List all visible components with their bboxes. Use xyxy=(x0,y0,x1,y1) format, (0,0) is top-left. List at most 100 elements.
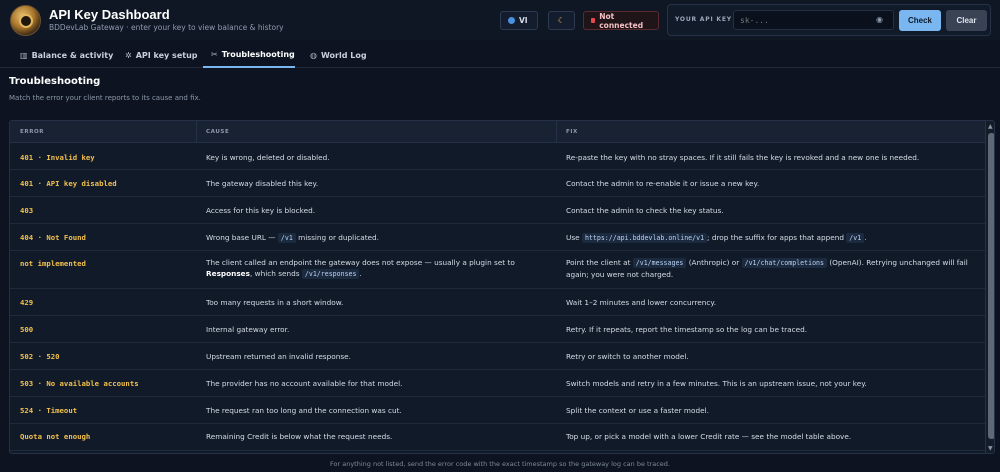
cause-text: The gateway disabled this key. xyxy=(206,179,319,188)
inline-code: /v1 xyxy=(277,233,296,243)
tab-api-key-setup[interactable]: ✲ API key setup xyxy=(117,42,205,68)
fix-text: Use https://api.bddevlab.online/v1; drop… xyxy=(566,232,867,244)
theme-toggle-button[interactable]: ☾ xyxy=(548,11,575,30)
cause-text: Upstream returned an invalid response. xyxy=(206,352,351,361)
table-row: 502 · 520 Upstream returned an invalid r… xyxy=(10,344,985,370)
fix-text: Switch models and retry in a few minutes… xyxy=(566,379,867,388)
wrench-icon: ✂ xyxy=(211,49,218,59)
chart-icon: ▥ xyxy=(20,50,28,60)
api-key-label: YOUR API KEY xyxy=(675,16,732,23)
connection-status-badge: Not connected xyxy=(583,11,659,30)
globe-icon xyxy=(508,17,515,24)
column-header-error: ERROR xyxy=(20,129,45,135)
cause-text: The request ran too long and the connect… xyxy=(206,406,402,415)
cause-text-part: . xyxy=(359,269,362,278)
moon-icon: ☾ xyxy=(557,16,566,25)
tab-balance-activity[interactable]: ▥ Balance & activity xyxy=(12,42,121,68)
tab-bar: ▥ Balance & activity ✲ API key setup ✂ T… xyxy=(0,42,1000,68)
table-row: Quota not enough Remaining Credit is bel… xyxy=(10,425,985,451)
error-code: 524 · Timeout xyxy=(20,406,78,415)
column-divider xyxy=(556,121,557,143)
scrollbar-thumb[interactable] xyxy=(988,133,994,439)
table-row: 500 Internal gateway error. Retry. If it… xyxy=(10,317,985,343)
gear-icon: ✲ xyxy=(125,50,132,60)
fix-text-part: Use xyxy=(566,233,582,242)
error-code: 403 xyxy=(20,206,34,215)
error-code: 401 · API key disabled xyxy=(20,179,117,188)
table-row: 403 Access for this key is blocked. Cont… xyxy=(10,198,985,224)
logo-emblem xyxy=(19,14,33,28)
fix-text-part: ; drop the suffix for apps that append xyxy=(707,233,847,242)
column-header-cause: CAUSE xyxy=(206,129,230,135)
table-row: 401 · API key disabled The gateway disab… xyxy=(10,171,985,197)
error-code: 429 xyxy=(20,298,34,307)
fix-text: Contact the admin to re-enable it or iss… xyxy=(566,179,760,188)
tab-label: World Log xyxy=(320,50,367,60)
fix-text: Wait 1–2 minutes and lower concurrency. xyxy=(566,298,717,307)
cause-text-part: The client called an endpoint the gatewa… xyxy=(206,258,515,267)
app-subtitle: BDDevLab Gateway · enter your key to vie… xyxy=(49,23,284,32)
check-button[interactable]: Check xyxy=(899,10,941,31)
table-row: 429 Too many requests in a short window.… xyxy=(10,290,985,316)
globe-icon: ◍ xyxy=(310,50,317,60)
eye-icon[interactable]: ◉ xyxy=(876,15,885,24)
language-toggle-button[interactable]: VI xyxy=(500,11,538,30)
inline-code: /v1/chat/completions xyxy=(741,258,827,268)
column-header-fix: FIX xyxy=(566,129,578,135)
clear-button[interactable]: Clear xyxy=(946,10,987,31)
cause-text-part: , which sends xyxy=(249,269,302,278)
status-dot-icon xyxy=(591,18,596,23)
inline-code: /v1 xyxy=(846,233,865,243)
cause-text: Too many requests in a short window. xyxy=(206,298,344,307)
fix-text-part: . xyxy=(864,233,867,242)
fix-text: Retry or switch to another model. xyxy=(566,352,689,361)
table-row: 503 · No available accounts The provider… xyxy=(10,371,985,397)
cause-text: Access for this key is blocked. xyxy=(206,206,316,215)
cause-text: Internal gateway error. xyxy=(206,325,290,334)
tab-label: Troubleshooting xyxy=(221,49,295,59)
table-scrollbar[interactable]: ▲ ▼ xyxy=(985,121,994,453)
scroll-up-icon[interactable]: ▲ xyxy=(988,123,993,130)
table-row: 524 · Timeout The request ran too long a… xyxy=(10,398,985,424)
table-row: 404 · Not Found Wrong base URL — /v1 mis… xyxy=(10,225,985,251)
app-title: API Key Dashboard xyxy=(49,7,170,22)
error-code: 503 · No available accounts xyxy=(20,379,139,388)
tab-label: Balance & activity xyxy=(31,50,114,60)
section-subtitle: Match the error your client reports to i… xyxy=(9,94,201,102)
status-label: Not connected xyxy=(599,11,644,30)
inline-code: /v1/responses xyxy=(301,269,360,279)
inline-code: /v1/messages xyxy=(632,258,687,268)
scroll-down-icon[interactable]: ▼ xyxy=(988,445,993,452)
footer-note: For anything not listed, send the error … xyxy=(330,460,670,468)
fix-text: Point the client at /v1/messages (Anthro… xyxy=(566,257,971,280)
error-code: 500 xyxy=(20,325,34,334)
error-code: not implemented xyxy=(20,259,86,268)
troubleshooting-table: ERROR CAUSE FIX 401 · Invalid key Key is… xyxy=(9,120,995,454)
brand-logo xyxy=(10,5,41,36)
fix-text: Top up, or pick a model with a lower Cre… xyxy=(566,432,852,441)
error-code: Quota not enough xyxy=(20,432,91,441)
cause-text: Remaining Credit is below what the reque… xyxy=(206,432,393,441)
tab-label: API key setup xyxy=(135,50,198,60)
cause-text-part: missing or duplicated. xyxy=(295,233,380,242)
cause-text: The client called an endpoint the gatewa… xyxy=(206,257,546,280)
cause-text: The provider has no account available fo… xyxy=(206,379,403,388)
language-label: VI xyxy=(519,16,528,25)
cause-bold: Responses xyxy=(206,269,250,278)
error-code: 404 · Not Found xyxy=(20,233,86,242)
fix-text: Split the context or use a faster model. xyxy=(566,406,709,415)
fix-text-part: (Anthropic) or xyxy=(686,258,742,267)
table-row: not implemented The client called an end… xyxy=(10,252,985,289)
column-divider xyxy=(196,121,197,143)
inline-code: https://api.bddevlab.online/v1 xyxy=(581,233,708,243)
tab-world-log[interactable]: ◍ World Log xyxy=(302,42,375,68)
section-title: Troubleshooting xyxy=(9,76,101,87)
table-row: 401 · Invalid key Key is wrong, deleted … xyxy=(10,144,985,170)
fix-text-part: Point the client at xyxy=(566,258,633,267)
fix-text: Contact the admin to check the key statu… xyxy=(566,206,724,215)
tab-troubleshooting[interactable]: ✂ Troubleshooting xyxy=(203,42,295,68)
cause-text-part: Wrong base URL — xyxy=(206,233,278,242)
api-key-input[interactable] xyxy=(733,10,894,30)
fix-text: Re-paste the key with no stray spaces. I… xyxy=(566,153,920,162)
error-code: 502 · 520 xyxy=(20,352,60,361)
